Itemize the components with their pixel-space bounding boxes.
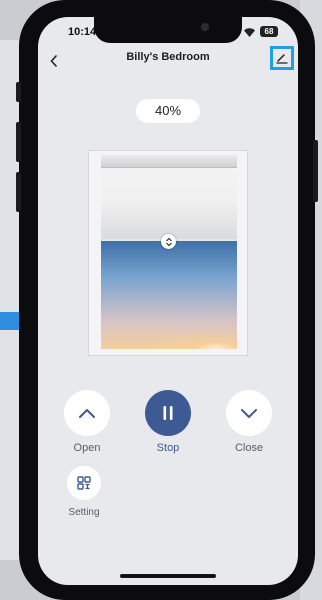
open-label: Open <box>73 442 101 454</box>
battery-level: 68 <box>264 27 274 36</box>
close-label: Close <box>234 442 264 454</box>
phone-mute-button <box>16 82 21 102</box>
back-button[interactable] <box>42 49 66 73</box>
shade-drag-handle[interactable] <box>161 234 176 249</box>
roller-shade <box>101 155 237 240</box>
drag-handle-icon <box>165 237 172 246</box>
stop-label: Stop <box>156 442 180 454</box>
status-time: 10:14 <box>68 26 97 38</box>
stop-button[interactable] <box>145 390 191 436</box>
phone-volume-up-button <box>16 122 21 162</box>
setting-label: Setting <box>68 507 100 518</box>
notch <box>94 17 242 43</box>
app-screen: 10:14 68 Billy's Bedroom 40% Open Stop C… <box>38 17 298 585</box>
camera <box>201 23 209 31</box>
pause-icon <box>163 406 173 420</box>
window-frame <box>88 150 248 356</box>
phone-volume-down-button <box>16 172 21 212</box>
phone-power-button <box>313 140 318 202</box>
battery-icon: 68 <box>260 26 278 37</box>
setting-button[interactable] <box>67 466 101 500</box>
window-view <box>101 155 237 349</box>
chevron-down-icon <box>241 408 257 418</box>
sky-image <box>101 240 237 349</box>
close-button[interactable] <box>226 390 272 436</box>
page-title: Billy's Bedroom <box>126 51 210 63</box>
edit-icon <box>276 54 288 64</box>
open-button[interactable] <box>64 390 110 436</box>
chevron-left-icon <box>50 55 57 67</box>
shade-rail <box>101 155 237 168</box>
chevron-up-icon <box>79 408 95 418</box>
wifi-icon <box>244 28 255 37</box>
position-percentage: 40% <box>136 99 200 123</box>
grid-icon <box>77 476 91 490</box>
edit-button[interactable] <box>270 46 294 70</box>
home-indicator[interactable] <box>120 574 216 578</box>
